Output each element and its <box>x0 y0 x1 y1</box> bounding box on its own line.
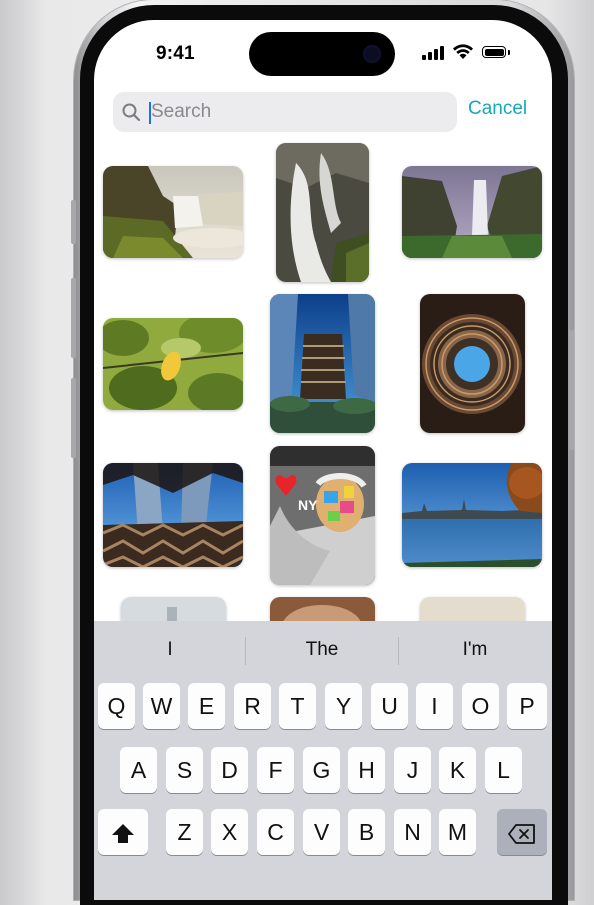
key-u[interactable]: U <box>371 683 408 729</box>
key-j[interactable]: J <box>394 747 431 793</box>
power-button <box>569 330 574 450</box>
search-icon <box>122 103 140 121</box>
battery-icon <box>482 46 506 58</box>
photo-thumbnail[interactable] <box>402 166 542 258</box>
phone-screen: 9:41 Search Cancel NY I The I'm Q W E R … <box>94 20 552 900</box>
volume-down-button <box>71 378 76 458</box>
dynamic-island <box>249 32 395 76</box>
key-i[interactable]: I <box>416 683 453 729</box>
wifi-icon <box>453 44 473 59</box>
shift-icon <box>112 823 134 843</box>
search-field[interactable] <box>113 92 457 132</box>
key-a[interactable]: A <box>120 747 157 793</box>
action-button <box>71 200 76 244</box>
front-camera <box>363 45 381 63</box>
photo-thumbnail[interactable] <box>270 294 375 433</box>
svg-text:NY: NY <box>298 497 318 513</box>
shift-key[interactable] <box>98 809 148 855</box>
key-e[interactable]: E <box>188 683 225 729</box>
key-d[interactable]: D <box>211 747 248 793</box>
keyboard: I The I'm Q W E R T Y U I O P A S D F G … <box>94 621 552 900</box>
key-m[interactable]: M <box>439 809 476 855</box>
text-caret <box>149 102 151 124</box>
key-o[interactable]: O <box>462 683 499 729</box>
status-bar: 9:41 <box>94 20 552 82</box>
photo-thumbnail[interactable] <box>402 463 542 567</box>
search-row: Cancel <box>94 90 552 134</box>
volume-up-button <box>71 278 76 358</box>
cellular-signal-icon <box>422 44 444 60</box>
photo-skyscrapers-lattice <box>103 463 243 567</box>
key-h[interactable]: H <box>348 747 385 793</box>
suggestion-divider <box>398 637 399 665</box>
key-n[interactable]: N <box>394 809 431 855</box>
key-t[interactable]: T <box>279 683 316 729</box>
key-c[interactable]: C <box>257 809 294 855</box>
photo-lemon-tree <box>103 318 243 410</box>
key-q[interactable]: Q <box>98 683 135 729</box>
photo-vessel-building <box>270 294 375 433</box>
key-z[interactable]: Z <box>166 809 203 855</box>
cancel-button[interactable]: Cancel <box>468 98 527 120</box>
photo-einstein-mural: NY <box>270 446 375 585</box>
photo-waterfall-canyon <box>402 166 542 258</box>
photo-reservoir-skyline <box>402 463 542 567</box>
search-input[interactable] <box>151 92 441 132</box>
photo-thumbnail[interactable] <box>103 166 243 258</box>
photo-thumbnail[interactable]: NY <box>270 446 375 585</box>
photo-thumbnail[interactable] <box>420 294 525 433</box>
key-g[interactable]: G <box>303 747 340 793</box>
key-v[interactable]: V <box>303 809 340 855</box>
status-icons <box>422 44 522 62</box>
key-x[interactable]: X <box>211 809 248 855</box>
delete-key[interactable] <box>497 809 547 855</box>
key-l[interactable]: L <box>485 747 522 793</box>
suggestion-divider <box>245 637 246 665</box>
photo-thumbnail[interactable] <box>103 318 243 410</box>
photo-waterfall-long-exposure <box>276 143 369 282</box>
suggestion-3[interactable]: I'm <box>400 639 550 661</box>
photo-vessel-interior <box>420 294 525 433</box>
photo-thumbnail[interactable] <box>103 463 243 567</box>
key-k[interactable]: K <box>439 747 476 793</box>
status-time: 9:41 <box>156 43 195 64</box>
photo-waterfall-cliff <box>103 166 243 258</box>
key-s[interactable]: S <box>166 747 203 793</box>
key-b[interactable]: B <box>348 809 385 855</box>
delete-icon <box>508 824 535 844</box>
photo-thumbnail[interactable] <box>276 143 369 282</box>
key-w[interactable]: W <box>143 683 180 729</box>
key-r[interactable]: R <box>234 683 271 729</box>
battery-tip <box>508 50 510 55</box>
suggestion-1[interactable]: I <box>95 639 245 661</box>
key-f[interactable]: F <box>257 747 294 793</box>
key-p[interactable]: P <box>507 683 547 729</box>
key-y[interactable]: Y <box>325 683 362 729</box>
suggestion-2[interactable]: The <box>247 639 397 661</box>
predictive-suggestions: I The I'm <box>94 621 552 681</box>
